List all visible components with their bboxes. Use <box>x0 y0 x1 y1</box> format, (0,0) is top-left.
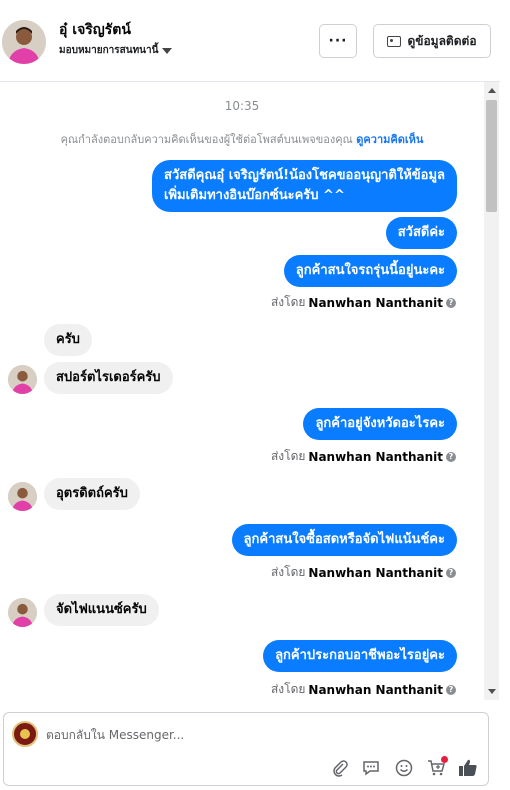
message-timestamp: 10:35 <box>224 99 260 113</box>
outgoing-message: ลูกค้าสนใจรถรุ่นนี้อยู่นะคะ <box>283 255 457 287</box>
message-text: ลูกค้าสนใจซื้อสดหรือจัดไฟแน้นช์คะ <box>243 532 445 547</box>
help-icon[interactable]: ? <box>446 567 456 578</box>
customer-avatar[interactable] <box>2 20 46 64</box>
message-text: สวัสดีค่ะ <box>397 225 445 240</box>
message-text: ลูกค้าสนใจรถรุ่นนี้อยู่นะคะ <box>295 263 445 278</box>
reply-input[interactable] <box>46 725 466 745</box>
sender-name: Nanwhan Nanthanit <box>308 295 443 310</box>
chevron-down-icon <box>162 47 173 54</box>
outgoing-message: สวัสดีคุณอุ๋ เจริญรัตน์!น้องโชคขออนุญาติ… <box>152 160 457 212</box>
customer-name: อุ๋ เจริญรัตน์ <box>59 22 131 38</box>
help-icon[interactable]: ? <box>446 684 456 695</box>
assign-label: มอบหมายการสนทนานี้ <box>59 45 159 56</box>
thread-scrollbar[interactable] <box>484 82 499 700</box>
emoji-icon[interactable] <box>394 758 414 778</box>
message-text: อุตรดิตถ์ครับ <box>56 486 128 501</box>
comment-reply-notice: คุณกำลังตอบกลับความคิดเห็นของผู้ใช้ต่อโพ… <box>0 130 484 148</box>
message-thread[interactable]: 10:35 คุณกำลังตอบกลับความคิดเห็นของผู้ใช… <box>0 82 484 700</box>
sent-by-label: ส่งโดย Nanwhan Nanthanit ? <box>271 293 456 312</box>
notice-text: คุณกำลังตอบกลับความคิดเห็นของผู้ใช้ต่อโพ… <box>60 133 353 146</box>
message-text: สปอร์ตไรเดอร์ครับ <box>56 370 161 385</box>
sender-name: Nanwhan Nanthanit <box>308 565 443 580</box>
outgoing-message: ลูกค้าประกอบอาชีพอะไรอยู่คะ <box>263 640 457 672</box>
sent-by-prefix: ส่งโดย <box>270 295 306 309</box>
outgoing-message: ลูกค้าสนใจซื้อสดหรือจัดไฟแน้นช์คะ <box>231 524 457 556</box>
message-text: ลูกค้าประกอบอาชีพอะไรอยู่คะ <box>275 648 445 663</box>
outgoing-message: ลูกค้าอยู่จังหวัดอะไรคะ <box>303 408 457 440</box>
customer-avatar[interactable] <box>8 365 37 394</box>
cart-icon[interactable] <box>426 756 448 778</box>
view-contact-button[interactable]: ดูข้อมูลติดต่อ <box>373 24 491 58</box>
incoming-message: จัดไฟแนนซ์ครับ <box>44 594 159 626</box>
contact-card-icon <box>387 35 402 47</box>
sender-name: Nanwhan Nanthanit <box>308 682 443 697</box>
message-text: ครับ <box>56 332 80 347</box>
attachment-icon[interactable] <box>330 758 350 778</box>
reply-composer <box>3 712 489 786</box>
scroll-up-arrow-icon[interactable] <box>488 88 496 93</box>
message-text-line: เพิ่มเติมทางอินบ๊อกซ์นะครับ ^^ <box>164 188 345 203</box>
sent-by-label: ส่งโดย Nanwhan Nanthanit ? <box>271 680 456 699</box>
scroll-thumb[interactable] <box>486 100 497 212</box>
conversation-header: อุ๋ เจริญรัตน์ มอบหมายการสนทนานี้ ··· ดู… <box>0 0 500 82</box>
page-avatar <box>12 721 38 747</box>
message-text: จัดไฟแนนซ์ครับ <box>56 602 147 617</box>
message-text: ลูกค้าอยู่จังหวัดอะไรคะ <box>315 416 445 431</box>
view-contact-label: ดูข้อมูลติดต่อ <box>407 33 477 48</box>
thumbs-up-icon[interactable] <box>458 758 478 778</box>
scroll-down-arrow-icon[interactable] <box>488 689 496 694</box>
sent-by-label: ส่งโดย Nanwhan Nanthanit ? <box>271 447 456 466</box>
customer-avatar[interactable] <box>8 598 37 627</box>
help-icon[interactable]: ? <box>446 297 456 308</box>
customer-avatar[interactable] <box>8 482 37 511</box>
saved-reply-icon[interactable] <box>361 758 381 778</box>
incoming-message: อุตรดิตถ์ครับ <box>44 478 140 510</box>
outgoing-message: สวัสดีค่ะ <box>385 217 457 249</box>
sent-by-prefix: ส่งโดย <box>270 449 306 463</box>
sent-by-label: ส่งโดย Nanwhan Nanthanit ? <box>271 563 456 582</box>
assign-conversation-dropdown[interactable]: มอบหมายการสนทนานี้ <box>59 43 173 58</box>
sent-by-prefix: ส่งโดย <box>270 565 306 579</box>
notification-dot <box>441 756 448 763</box>
help-icon[interactable]: ? <box>446 451 456 462</box>
sent-by-prefix: ส่งโดย <box>270 682 306 696</box>
view-comment-link[interactable]: ดูความคิดเห็น <box>356 133 423 146</box>
more-options-button[interactable]: ··· <box>319 24 357 58</box>
sender-name: Nanwhan Nanthanit <box>308 449 443 464</box>
incoming-message: สปอร์ตไรเดอร์ครับ <box>44 362 173 394</box>
message-text-line: สวัสดีคุณอุ๋ เจริญรัตน์!น้องโชคขออนุญาติ… <box>164 168 445 183</box>
incoming-message: ครับ <box>44 324 92 356</box>
